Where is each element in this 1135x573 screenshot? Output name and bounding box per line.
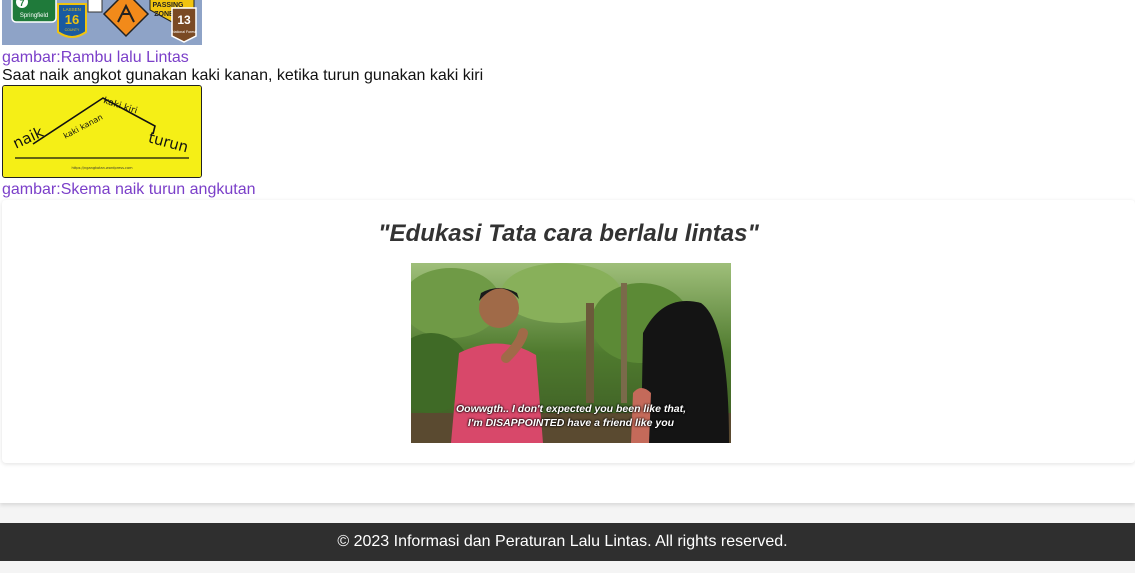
angkot-instruction: Saat naik angkot gunakan kaki kanan, ket… [2, 67, 484, 84]
video-subtitle-line-1: Oowwgth.. I don't expected you been like… [455, 403, 687, 415]
signs-caption: gambar:Rambu lalu Lintas [2, 49, 189, 66]
page-footer: © 2023 Informasi dan Peraturan Lalu Lint… [0, 523, 1135, 561]
svg-text:16: 16 [65, 12, 79, 27]
skema-image: naik kaki kanan kaki kiri turun https://… [2, 85, 202, 178]
footer-copyright: © 2023 Informasi dan Peraturan Lalu Lint… [337, 533, 788, 550]
video-title: "Edukasi Tata cara berlalu lintas" [378, 220, 759, 247]
svg-text:ZONE: ZONE [154, 11, 174, 18]
video-subtitle-line-2: I'm DISAPPOINTED have a friend like you [467, 417, 675, 429]
skema-caption: gambar:Skema naik turun angkutan [2, 181, 256, 198]
video-thumbnail [411, 263, 731, 443]
video-card: "Edukasi Tata cara berlalu lintas" Oowwg… [2, 200, 1135, 463]
svg-text:https://ngangkotan.wordpress.c: https://ngangkotan.wordpress.com [71, 166, 133, 170]
svg-text:COUNTY: COUNTY [65, 28, 80, 32]
svg-text:13: 13 [177, 13, 191, 27]
svg-text:7: 7 [19, 0, 24, 8]
main-content: 7 Springfield LASSEN 16 COUNTY PASSING Z… [0, 0, 1135, 503]
road-signs-image: 7 Springfield LASSEN 16 COUNTY PASSING Z… [2, 0, 202, 45]
video-player[interactable]: Oowwgth.. I don't expected you been like… [411, 263, 731, 443]
svg-text:National Forest: National Forest [172, 30, 196, 34]
signs-text-springfield: Springfield [20, 13, 48, 19]
